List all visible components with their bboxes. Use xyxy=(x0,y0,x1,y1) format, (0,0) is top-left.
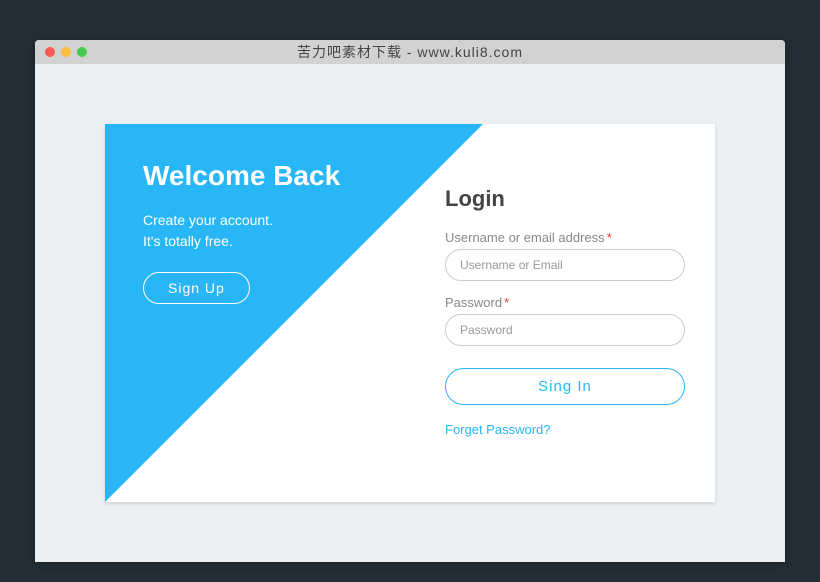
browser-window: 苦力吧素材下载 - www.kuli8.com Welcome Back Cre… xyxy=(35,40,785,562)
content-area: Welcome Back Create your account. It's t… xyxy=(35,64,785,562)
maximize-icon[interactable] xyxy=(77,47,87,57)
welcome-section: Welcome Back Create your account. It's t… xyxy=(143,160,340,304)
username-input[interactable] xyxy=(445,249,685,281)
window-controls xyxy=(45,47,87,57)
password-label: Password* xyxy=(445,295,685,310)
login-section: Login Username or email address* Passwor… xyxy=(445,186,685,439)
welcome-line-2: It's totally free. xyxy=(143,231,340,252)
titlebar-text: 苦力吧素材下载 - www.kuli8.com xyxy=(297,42,523,62)
welcome-text: Create your account. It's totally free. xyxy=(143,210,340,252)
login-card: Welcome Back Create your account. It's t… xyxy=(105,124,715,502)
signin-button[interactable]: Sing In xyxy=(445,368,685,405)
minimize-icon[interactable] xyxy=(61,47,71,57)
login-title: Login xyxy=(445,186,685,212)
password-input[interactable] xyxy=(445,314,685,346)
signup-button[interactable]: Sign Up xyxy=(143,272,250,304)
welcome-line-1: Create your account. xyxy=(143,210,340,231)
titlebar: 苦力吧素材下载 - www.kuli8.com xyxy=(35,40,785,64)
forget-password-link[interactable]: Forget Password? xyxy=(445,422,551,437)
welcome-title: Welcome Back xyxy=(143,160,340,192)
required-star-icon: * xyxy=(607,230,612,245)
close-icon[interactable] xyxy=(45,47,55,57)
required-star-icon: * xyxy=(504,295,509,310)
username-label: Username or email address* xyxy=(445,230,685,245)
